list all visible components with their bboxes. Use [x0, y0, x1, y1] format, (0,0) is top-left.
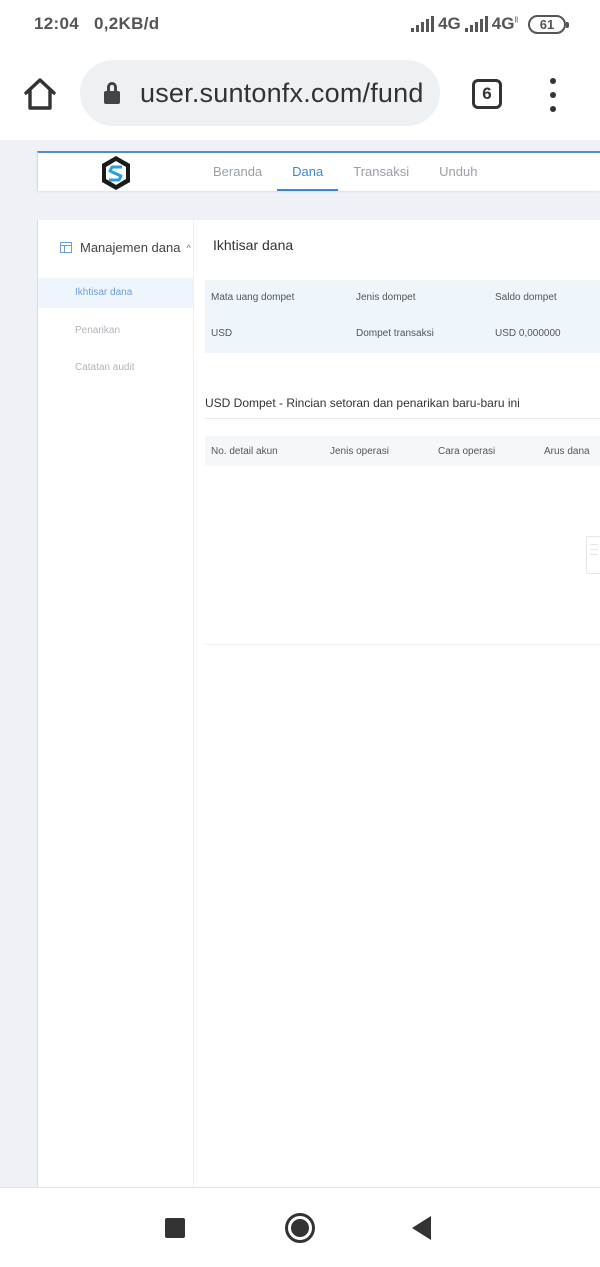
empty-data-icon	[586, 536, 600, 574]
status-right: 4G 4Gll 61	[411, 14, 569, 34]
network-label-2-text: 4G	[491, 14, 515, 33]
square-icon[interactable]	[165, 1218, 185, 1238]
circle-icon[interactable]	[285, 1213, 315, 1243]
details-table-header: No. detail akun Jenis operasi Cara opera…	[205, 436, 600, 466]
site-header: Beranda Dana Transaksi Unduh	[37, 151, 600, 191]
nav-beranda[interactable]: Beranda	[198, 153, 277, 191]
column-header: Mata uang dompet	[211, 292, 295, 303]
network-label-2: 4Gll	[492, 14, 518, 34]
network-label-1: 4G	[438, 14, 461, 33]
signal-icon	[411, 16, 435, 32]
network-label-2-sup: ll	[514, 15, 518, 25]
table-cell: USD	[211, 328, 233, 339]
status-speed: 0,2KB/d	[94, 14, 160, 33]
web-content: Beranda Dana Transaksi Unduh Manajemen d…	[0, 140, 600, 1187]
url-text: user.suntonfx.com/fund	[140, 77, 424, 108]
system-nav-bar	[0, 1187, 600, 1267]
column-header: Saldo dompet	[495, 292, 557, 303]
lock-icon	[104, 82, 120, 104]
sidebar: Manajemen dana ^ Ikhtisar dana Penarikan…	[38, 220, 194, 1187]
tab-switcher-button[interactable]: 6	[472, 79, 502, 109]
battery-icon: 61	[528, 14, 569, 34]
sidebar-section-header[interactable]: Manajemen dana ^	[60, 240, 191, 255]
sidebar-section-label: Manajemen dana	[80, 240, 181, 255]
column-header: No. detail akun	[211, 446, 278, 457]
home-icon[interactable]	[20, 74, 60, 114]
chevron-up-icon: ^	[186, 242, 191, 253]
sidebar-item-ikhtisar-dana[interactable]: Ikhtisar dana	[38, 278, 193, 308]
address-bar[interactable]: user.suntonfx.com/fund	[80, 60, 440, 126]
main-nav: Beranda Dana Transaksi Unduh	[198, 153, 492, 191]
nav-dana[interactable]: Dana	[277, 153, 339, 191]
back-triangle-icon[interactable]	[412, 1216, 431, 1240]
table-cell: Dompet transaksi	[356, 328, 434, 339]
column-header: Arus dana	[544, 446, 590, 457]
sidebar-item-penarikan[interactable]: Penarikan	[38, 316, 193, 346]
sidebar-item-catatan-audit[interactable]: Catatan audit	[38, 353, 193, 383]
nav-transaksi[interactable]: Transaksi	[338, 153, 424, 191]
main-content: Ikhtisar dana Mata uang dompet Jenis dom…	[194, 220, 600, 1187]
overview-table-header: Mata uang dompet Jenis dompet Saldo domp…	[205, 280, 600, 316]
browser-toolbar: user.suntonfx.com/fund 6	[0, 48, 600, 140]
column-header: Cara operasi	[438, 446, 496, 457]
column-header: Jenis operasi	[330, 446, 389, 457]
table-cell: USD 0,000000	[495, 328, 561, 339]
nav-unduh[interactable]: Unduh	[424, 153, 492, 191]
status-left: 12:04 0,2KB/d	[34, 14, 159, 34]
table-row: USD Dompet transaksi USD 0,000000	[205, 316, 600, 352]
content-panel: Manajemen dana ^ Ikhtisar dana Penarikan…	[37, 220, 600, 1187]
page-title: Ikhtisar dana	[213, 237, 294, 253]
signal-icon	[464, 16, 488, 32]
overview-table: Mata uang dompet Jenis dompet Saldo domp…	[205, 280, 600, 353]
site-logo[interactable]	[100, 155, 132, 191]
column-header: Jenis dompet	[356, 292, 416, 303]
status-bar: 12:04 0,2KB/d 4G 4Gll 61	[0, 0, 600, 48]
status-time: 12:04	[34, 14, 79, 33]
wallet-icon	[60, 242, 72, 253]
details-title: USD Dompet - Rincian setoran dan penarik…	[205, 396, 520, 410]
divider	[205, 418, 600, 419]
divider	[205, 644, 600, 645]
more-vert-icon[interactable]	[546, 78, 560, 112]
